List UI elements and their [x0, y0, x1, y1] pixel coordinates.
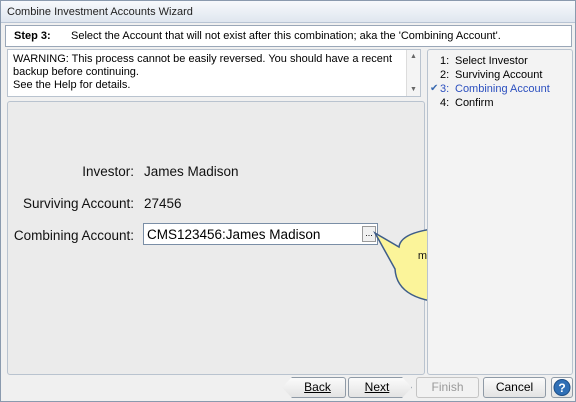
warning-line: WARNING: This process cannot be easily r… [13, 53, 393, 65]
step-label: Surviving Account [455, 69, 543, 81]
step-index: 1: [440, 55, 450, 67]
wizard-steps-panel: 1: Select Investor 2: Surviving Account … [427, 49, 573, 375]
combining-account-label: Combining Account: [13, 228, 134, 243]
step-index: 2: [440, 69, 450, 81]
finish-button-label: Finish [431, 380, 464, 394]
step-instruction: Select the Account that will not exist a… [71, 30, 501, 42]
warning-box: WARNING: This process cannot be easily r… [7, 49, 421, 97]
step-index: 3: [440, 83, 450, 95]
wizard-step-2[interactable]: 2: Surviving Account [428, 69, 572, 83]
scroll-up-arrow-icon[interactable]: ▲ [410, 53, 417, 60]
checkmark-icon: ✔ [430, 83, 439, 94]
finish-button[interactable]: Finish [416, 377, 479, 398]
help-button[interactable]: ? [551, 377, 573, 398]
warning-scrollbar[interactable]: ▲ ▼ [406, 50, 420, 96]
svg-text:?: ? [558, 381, 565, 395]
step-label: Combining Account [455, 83, 550, 95]
surviving-account-label: Surviving Account: [22, 196, 134, 211]
back-button[interactable]: Back [282, 377, 346, 398]
step-label: Select Investor [455, 55, 528, 67]
next-button-label: Next [364, 380, 390, 394]
cancel-button[interactable]: Cancel [483, 377, 546, 398]
cancel-button-label: Cancel [495, 380, 534, 394]
title-bar: Combine Investment Accounts Wizard [1, 1, 575, 23]
step-header: Step 3: Select the Account that will not… [5, 25, 572, 47]
step-number: Step 3: [14, 30, 51, 42]
next-button[interactable]: Next [348, 377, 412, 398]
form-panel: Investor: James Madison Surviving Accoun… [7, 101, 425, 375]
combining-account-value[interactable]: CMS123456:James Madison [147, 227, 320, 242]
window-title: Combine Investment Accounts Wizard [7, 6, 193, 18]
help-icon: ? [553, 379, 571, 396]
step-label: Confirm [455, 97, 494, 109]
warning-text: WARNING: This process cannot be easily r… [13, 53, 405, 92]
surviving-account-value: 27456 [144, 196, 182, 211]
wizard-step-4[interactable]: 4: Confirm [428, 97, 572, 111]
wizard-step-1[interactable]: 1: Select Investor [428, 55, 572, 69]
wizard-window: Combine Investment Accounts Wizard Step … [0, 0, 576, 402]
back-button-label: Back [304, 380, 331, 394]
warning-line: See the Help for details. [13, 79, 131, 91]
scroll-down-arrow-icon[interactable]: ▼ [410, 86, 417, 93]
button-bar: Back Next Finish Cancel ? [1, 377, 575, 401]
investor-label: Investor: [82, 164, 134, 179]
step-index: 4: [440, 97, 450, 109]
wizard-step-3[interactable]: ✔ 3: Combining Account [428, 83, 572, 97]
investor-value: James Madison [144, 164, 239, 179]
warning-line: backup before continuing. [13, 66, 139, 78]
combining-account-field[interactable]: CMS123456:James Madison ... [143, 223, 378, 245]
